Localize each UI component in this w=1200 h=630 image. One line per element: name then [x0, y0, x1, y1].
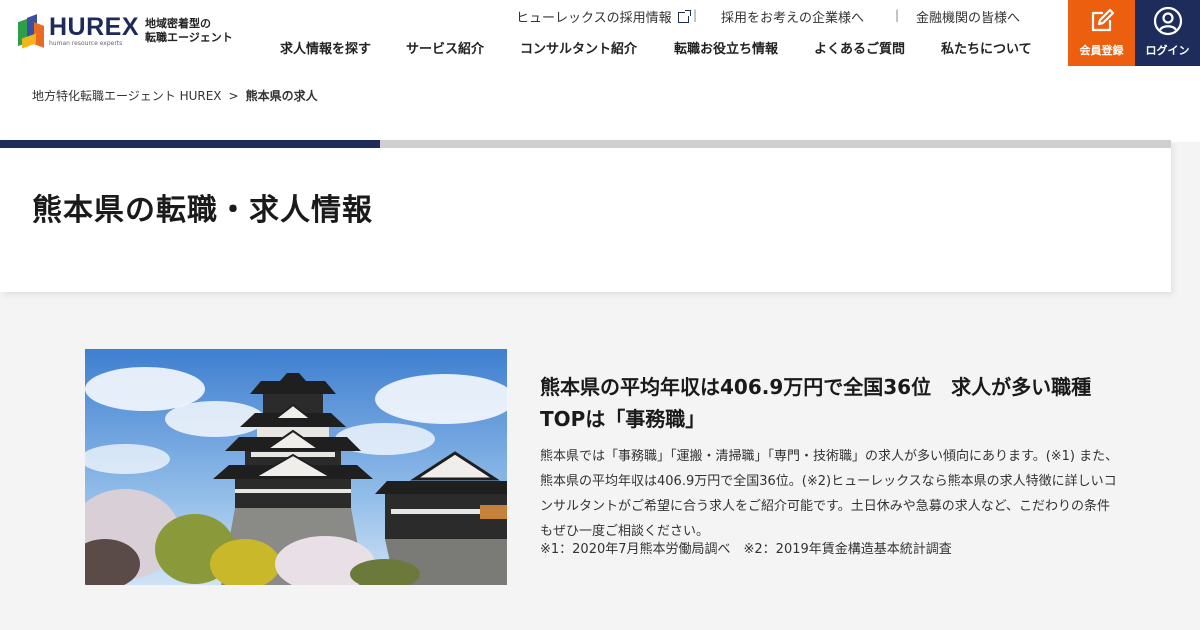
breadcrumb-bar [0, 66, 1200, 142]
util-link-recruit-label: ヒューレックスの採用情報 [516, 11, 672, 26]
nav-item-faq[interactable]: よくあるご質問 [814, 38, 905, 57]
title-accent-bar [0, 140, 380, 148]
register-label: 会員登録 [1079, 44, 1124, 57]
util-divider: | [895, 8, 900, 22]
title-card: 熊本県の転職・求人情報 [0, 140, 1171, 292]
title-accent-bar-track [380, 140, 1171, 148]
main-nav: 求人情報を探す サービス紹介 コンサルタント紹介 転職お役立ち情報 よくあるご質… [0, 38, 1200, 58]
kumamoto-castle-image [85, 349, 507, 585]
edit-icon [1091, 8, 1114, 32]
external-link-icon [677, 10, 691, 23]
salary-headline: 熊本県の平均年収は406.9万円で全国36位 求人が多い職種TOPは「事務職」 [540, 375, 1092, 431]
breadcrumb-home[interactable]: 地方特化転職エージェント HUREX [32, 89, 222, 103]
login-label: ログイン [1145, 44, 1190, 57]
register-button[interactable]: 会員登録 [1068, 0, 1135, 66]
utility-nav: ヒューレックスの採用情報 | 採用をお考えの企業様へ | 金融機関の皆様へ [0, 7, 1200, 27]
page-title: 熊本県の転職・求人情報 [32, 193, 373, 228]
nav-item-about[interactable]: 私たちについて [941, 38, 1032, 57]
site-header: HUREX human resource experts 地域密着型の 転職エー… [0, 0, 1200, 66]
nav-item-services[interactable]: サービス紹介 [406, 38, 484, 57]
util-link-recruit[interactable]: ヒューレックスの採用情報 [516, 7, 691, 26]
region-description: 熊本県では「事務職」「運搬・清掃職」「専門・技術職」の求人が多い傾向にあります。… [540, 449, 1119, 539]
util-link-financial[interactable]: 金融機関の皆様へ [916, 7, 1020, 26]
nav-item-search-jobs[interactable]: 求人情報を探す [280, 38, 371, 57]
login-button[interactable]: ログイン [1135, 0, 1200, 66]
nav-item-career-tips[interactable]: 転職お役立ち情報 [674, 38, 778, 57]
breadcrumb: 地方特化転職エージェント HUREX > 熊本県の求人 [32, 87, 318, 104]
util-divider: | [693, 8, 698, 22]
nav-item-consultants[interactable]: コンサルタント紹介 [520, 38, 637, 57]
source-notes: ※1：2020年7月熊本労働局調べ ※2：2019年賃金構造基本統計調査 [540, 542, 952, 557]
user-icon [1153, 6, 1182, 36]
breadcrumb-current: 熊本県の求人 [245, 89, 318, 103]
util-link-employers[interactable]: 採用をお考えの企業様へ [721, 7, 864, 26]
breadcrumb-separator: > [228, 89, 239, 103]
